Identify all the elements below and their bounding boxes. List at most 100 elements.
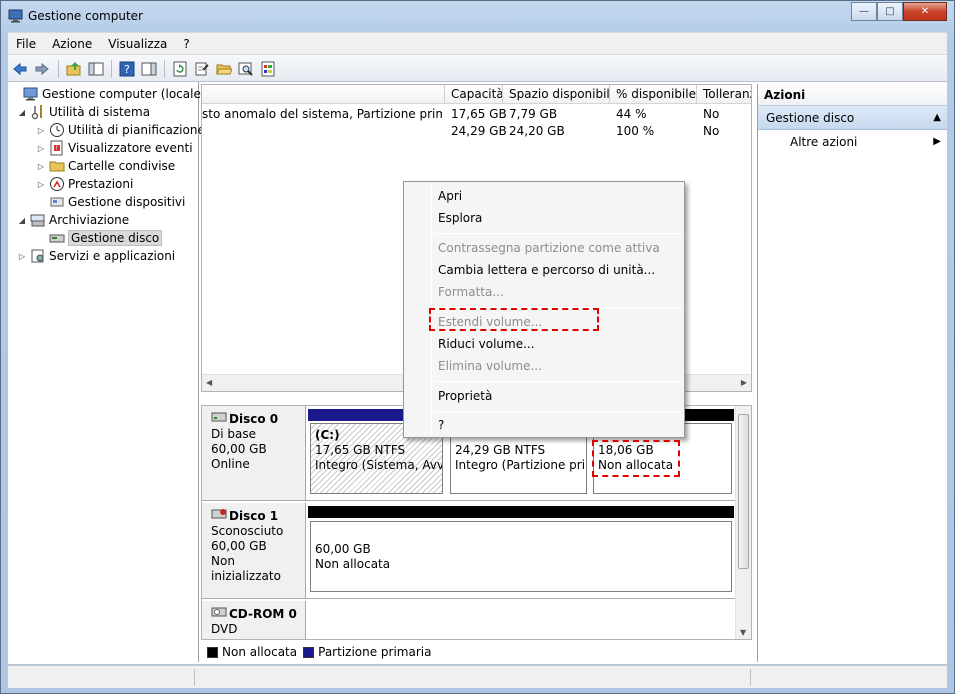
event-log-icon: ! (49, 140, 65, 156)
column-header-status[interactable] (202, 85, 445, 104)
disk-1-name-row: Disco 1 (211, 508, 305, 524)
collapsed-triangle-icon: ▷ (37, 125, 45, 135)
tree-item-services-applications[interactable]: ▷ Servizi e applicazioni (17, 247, 175, 265)
maximize-button[interactable]: □ (877, 2, 903, 21)
minimize-icon: — (859, 6, 869, 17)
disk-1-label[interactable]: Disco 1 Sconosciuto 60,00 GB Non inizial… (202, 503, 306, 599)
volume-tolerance-cell[interactable]: No (703, 124, 719, 138)
show-hide-tree-button[interactable] (87, 60, 105, 78)
menu-item-explore[interactable]: Esplora (438, 208, 482, 228)
scroll-thumb[interactable] (738, 414, 749, 569)
column-header-free-space[interactable]: Spazio disponibile (503, 85, 610, 104)
volume-percent-cell[interactable]: 100 % (616, 124, 654, 138)
cdrom-drive-icon (211, 606, 227, 622)
menu-view[interactable]: Visualizza (100, 37, 175, 51)
disk-1-partitions: 60,00 GB Non allocata (306, 503, 736, 599)
cdrom-name-row: CD-ROM 0 (211, 606, 305, 622)
tree-item-label: Archiviazione (49, 213, 130, 227)
volume-free-cell[interactable]: 7,79 GB (509, 107, 557, 121)
show-hide-action-pane-button[interactable] (140, 60, 158, 78)
actions-section-disk-management[interactable]: Gestione disco ▲ (758, 106, 947, 130)
window-title: Gestione computer (28, 9, 143, 23)
title-bar[interactable]: Gestione computer — □ ✕ (1, 1, 954, 32)
submenu-arrow-icon: ▶ (933, 136, 941, 147)
forward-button[interactable] (33, 60, 51, 78)
menu-file[interactable]: File (8, 37, 44, 51)
tree-item-label: Utilità di sistema (49, 105, 151, 119)
unallocated-bar (308, 506, 734, 518)
collapsed-triangle-icon: ▷ (37, 143, 45, 153)
more-actions-item[interactable]: Altre azioni ▶ (758, 130, 947, 154)
menu-item-change-drive-letter[interactable]: Cambia lettera e percorso di unità... (438, 260, 655, 280)
disk-1-unallocated-status: Non allocata (315, 557, 391, 571)
tree-item-disk-management[interactable]: Gestione disco (36, 229, 163, 247)
cdrom-name: CD-ROM 0 (229, 606, 297, 621)
column-header-fault-tolerance[interactable]: Tolleranza (697, 85, 751, 104)
menu-separator (434, 381, 682, 382)
status-bar (8, 665, 947, 688)
console-tree: Gestione computer (locale) ◢ Utilità di … (8, 82, 206, 662)
tree-item-event-viewer[interactable]: ▷ ! Visualizzatore eventi (36, 139, 193, 157)
vertical-scrollbar[interactable]: ▼ (735, 406, 751, 639)
refresh-icon (173, 61, 187, 77)
hard-disk-warning-icon (211, 508, 227, 524)
hard-disk-icon (211, 411, 227, 427)
disk-0-size: 60,00 GB (211, 442, 267, 456)
tree-item-system-tools[interactable]: ◢ Utilità di sistema (17, 103, 150, 121)
volume-capacity-cell[interactable]: 17,65 GB (451, 107, 507, 121)
scroll-left-icon[interactable]: ◀ (206, 378, 212, 387)
properties-button[interactable] (193, 60, 211, 78)
scroll-down-icon[interactable]: ▼ (740, 628, 746, 637)
back-button[interactable] (11, 60, 29, 78)
tree-item-performance[interactable]: ▷ Prestazioni (36, 175, 133, 193)
menu-item-mark-active: Contrassegna partizione come attiva (438, 241, 660, 255)
performance-icon (49, 176, 65, 192)
menu-item-properties[interactable]: Proprietà (438, 386, 492, 406)
tree-item-label: Utilità di pianificazione (68, 123, 205, 137)
collapsed-triangle-icon: ▷ (37, 179, 45, 189)
column-header-capacity[interactable]: Capacità (445, 85, 503, 104)
tree-item-device-manager[interactable]: Gestione dispositivi (36, 193, 185, 211)
volume-status-cell[interactable]: sto anomalo del sistema, Partizione prim… (202, 107, 442, 121)
tree-item-storage[interactable]: ◢ Archiviazione (17, 211, 129, 229)
volume-capacity-cell[interactable]: 24,29 GB (451, 124, 507, 138)
search-button[interactable] (237, 60, 255, 78)
open-button[interactable] (215, 60, 233, 78)
minimize-button[interactable]: — (851, 2, 877, 21)
volume-tolerance-cell[interactable]: No (703, 107, 719, 121)
volume-free-cell[interactable]: 24,20 GB (509, 124, 565, 138)
settings-button[interactable] (259, 60, 277, 78)
help-button[interactable]: ? (118, 60, 136, 78)
cdrom-type: DVD (211, 622, 238, 636)
services-icon (30, 248, 46, 264)
menu-item-delete-volume: Elimina volume... (438, 359, 542, 373)
properties-icon (195, 62, 209, 76)
maximize-icon: □ (885, 6, 895, 17)
menu-item-shrink-volume[interactable]: Riduci volume... (438, 334, 535, 354)
disk-1-unallocated[interactable]: 60,00 GB Non allocata (310, 521, 732, 592)
menu-item-open[interactable]: Apri (438, 186, 462, 206)
scroll-right-icon[interactable]: ▶ (741, 378, 747, 387)
disk-1-size: 60,00 GB (211, 539, 267, 553)
toolbar-separator (58, 60, 59, 78)
up-folder-button[interactable] (65, 60, 83, 78)
menu-help[interactable]: ? (175, 37, 197, 51)
tree-item-task-scheduler[interactable]: ▷ Utilità di pianificazione (36, 121, 205, 139)
toolbar: ? (8, 54, 947, 82)
column-header-percent-free[interactable]: % disponibile (610, 85, 697, 104)
help-icon: ? (119, 61, 135, 77)
cdrom-label[interactable]: CD-ROM 0 DVD (202, 601, 306, 639)
collapse-up-icon[interactable]: ▲ (933, 106, 941, 130)
volume-percent-cell[interactable]: 44 % (616, 107, 647, 121)
tree-item-shared-folders[interactable]: ▷ Cartelle condivise (36, 157, 175, 175)
partition-c-size: 17,65 GB NTFS (315, 443, 406, 457)
refresh-button[interactable] (171, 60, 189, 78)
disk-0-label[interactable]: Disco 0 Di base 60,00 GB Online (202, 406, 306, 501)
close-button[interactable]: ✕ (903, 2, 947, 21)
menu-item-help[interactable]: ? (438, 415, 444, 435)
back-arrow-icon (13, 62, 27, 76)
magnifier-icon (238, 62, 253, 76)
menu-action[interactable]: Azione (44, 37, 100, 51)
unallocated-space-highlight (592, 440, 680, 477)
tree-item-computer-management[interactable]: Gestione computer (locale) (10, 85, 206, 103)
